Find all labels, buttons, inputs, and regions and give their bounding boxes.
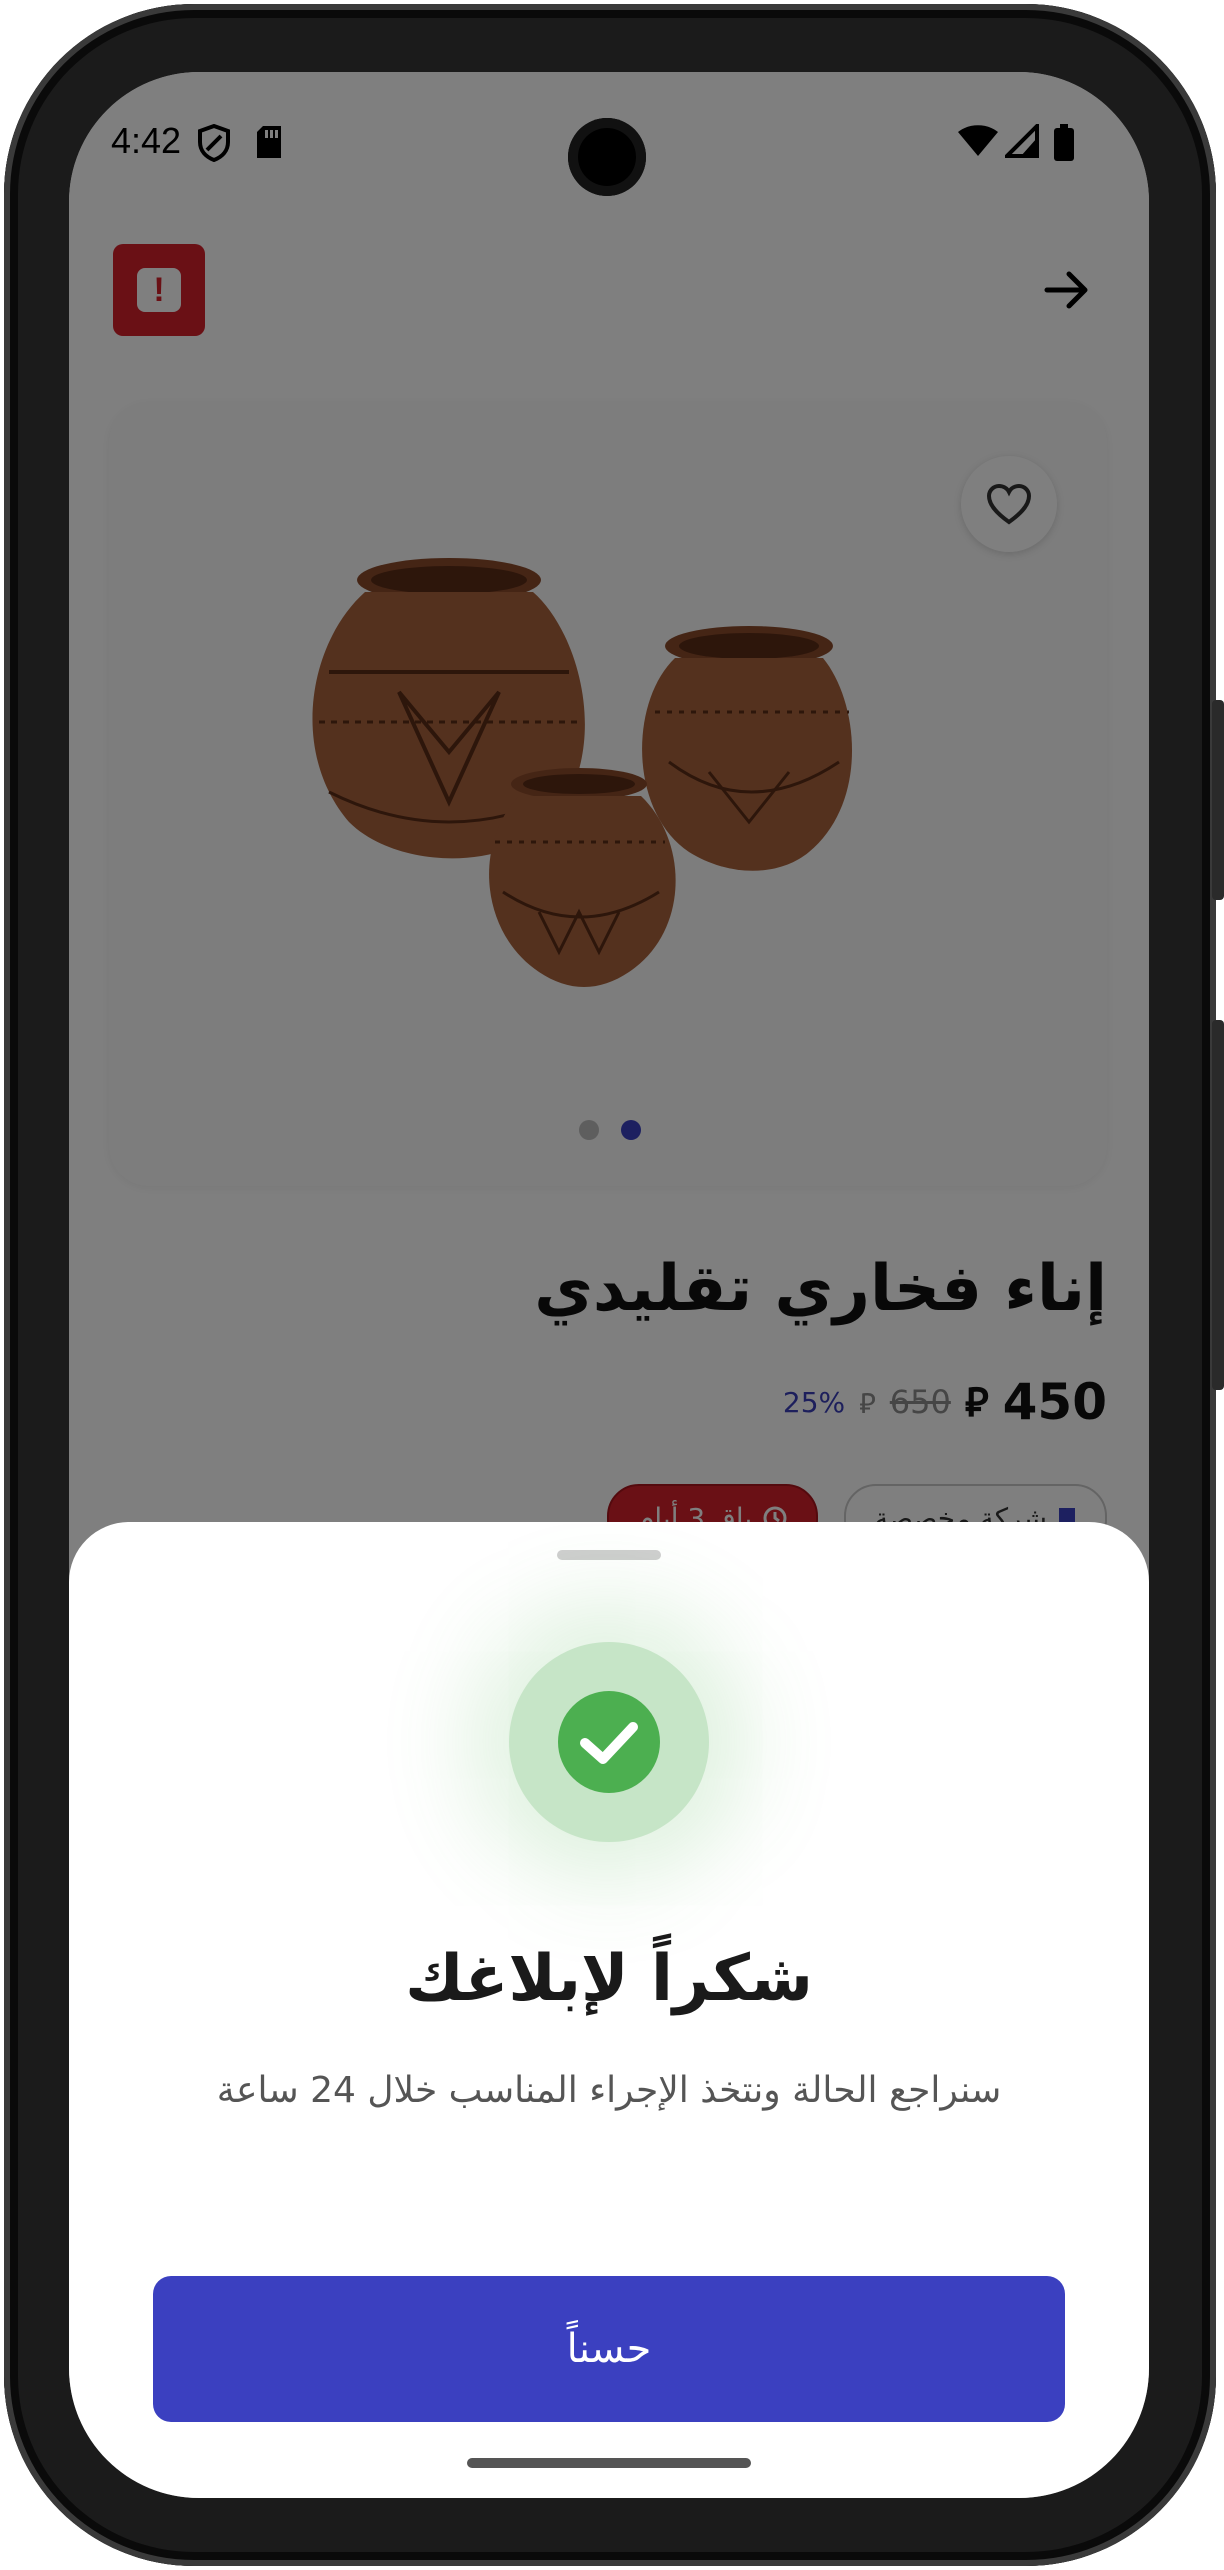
sheet-title: شكراً لإبلاغك	[405, 1942, 813, 2016]
device: 4:42 !	[0, 0, 1224, 2570]
check-icon	[580, 1722, 638, 1764]
success-badge	[509, 1642, 709, 1842]
ok-button[interactable]: حسناً	[153, 2276, 1065, 2422]
volume-button	[1212, 1020, 1224, 1390]
success-circle	[558, 1691, 660, 1793]
sheet-drag-handle[interactable]	[557, 1550, 661, 1560]
sheet-subtitle: سنراجع الحالة ونتخذ الإجراء المناسب خلال…	[216, 2070, 1002, 2111]
report-success-sheet: شكراً لإبلاغك سنراجع الحالة ونتخذ الإجرا…	[69, 1522, 1149, 2498]
screen: 4:42 !	[69, 72, 1149, 2498]
home-indicator[interactable]	[467, 2458, 751, 2468]
power-button	[1212, 700, 1224, 900]
